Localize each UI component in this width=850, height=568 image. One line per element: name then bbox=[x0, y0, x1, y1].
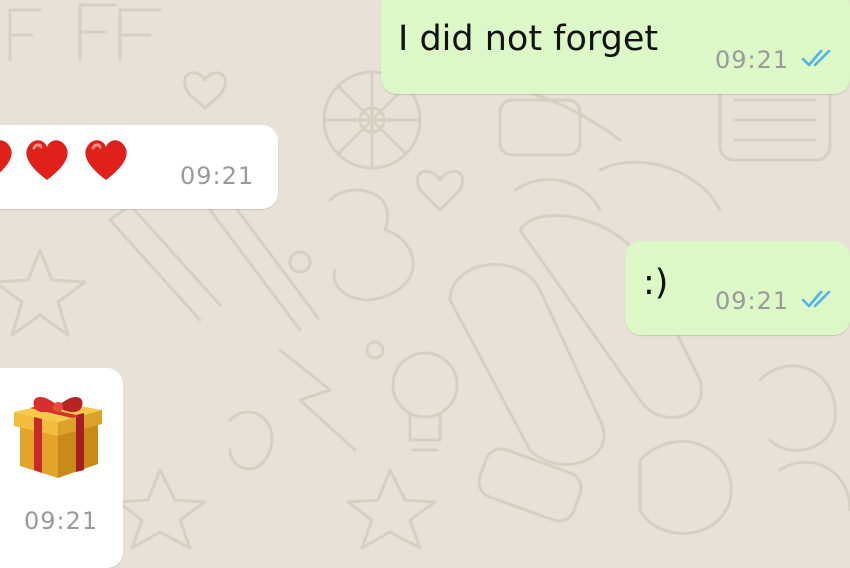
message-text: :) bbox=[643, 263, 669, 303]
red-heart-emoji bbox=[0, 140, 12, 173]
outgoing-message-bubble[interactable]: :) 09:21 bbox=[625, 241, 850, 335]
message-timestamp: 09:21 bbox=[180, 162, 255, 190]
message-text: I did not forget bbox=[398, 19, 659, 59]
outgoing-message-bubble[interactable]: I did not forget 09:21 bbox=[381, 0, 850, 94]
read-receipt-double-check-icon bbox=[801, 290, 831, 308]
read-receipt-double-check-icon bbox=[801, 49, 831, 67]
incoming-message-bubble[interactable]: 09:21 bbox=[0, 368, 123, 568]
red-heart-emoji bbox=[26, 140, 68, 180]
message-timestamp: 09:21 bbox=[24, 507, 99, 535]
red-heart-emoji bbox=[85, 140, 127, 180]
message-timestamp: 09:21 bbox=[715, 46, 790, 74]
wrapped-gift-emoji bbox=[14, 397, 102, 478]
incoming-message-bubble[interactable]: 09:21 bbox=[0, 125, 278, 209]
message-timestamp: 09:21 bbox=[715, 287, 790, 315]
